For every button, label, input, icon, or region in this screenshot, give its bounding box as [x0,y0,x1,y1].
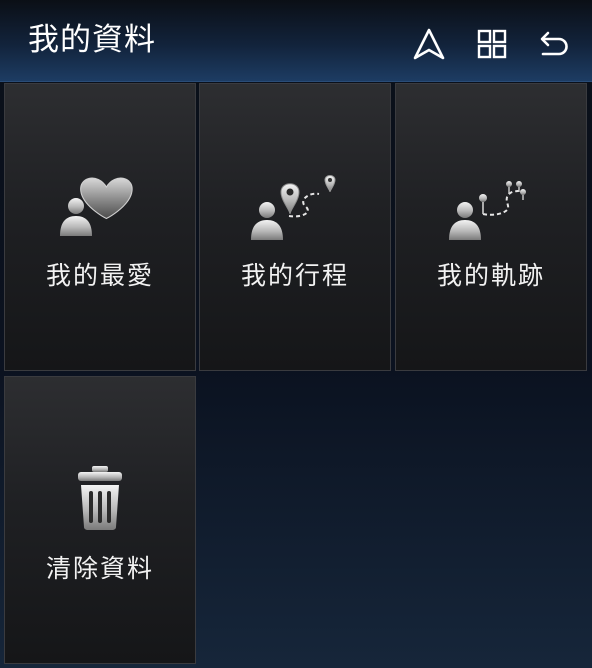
navigation-icon [413,28,445,60]
user-heart-icon [60,177,133,236]
favorites-label: 我的最愛 [45,261,154,290]
user-route-icon [251,175,336,240]
navigation-button[interactable] [411,26,447,62]
clear-data-tile[interactable]: 清除資料 [4,376,196,664]
trips-label: 我的行程 [240,261,349,290]
trips-tile[interactable]: 我的行程 [199,83,391,371]
grid-menu-button[interactable] [474,26,510,62]
page-title: 我的資料 [28,22,156,58]
tracks-label: 我的軌跡 [436,261,545,290]
grid-icon [477,29,507,59]
favorites-tile[interactable]: 我的最愛 [4,83,196,371]
back-icon [540,31,568,56]
back-button[interactable] [535,26,571,62]
tracks-tile[interactable]: 我的軌跡 [395,83,587,371]
clear-data-label: 清除資料 [45,554,154,583]
user-track-icon [449,181,526,240]
trash-icon [78,466,122,530]
header-bar: 我的資料 [0,0,592,82]
